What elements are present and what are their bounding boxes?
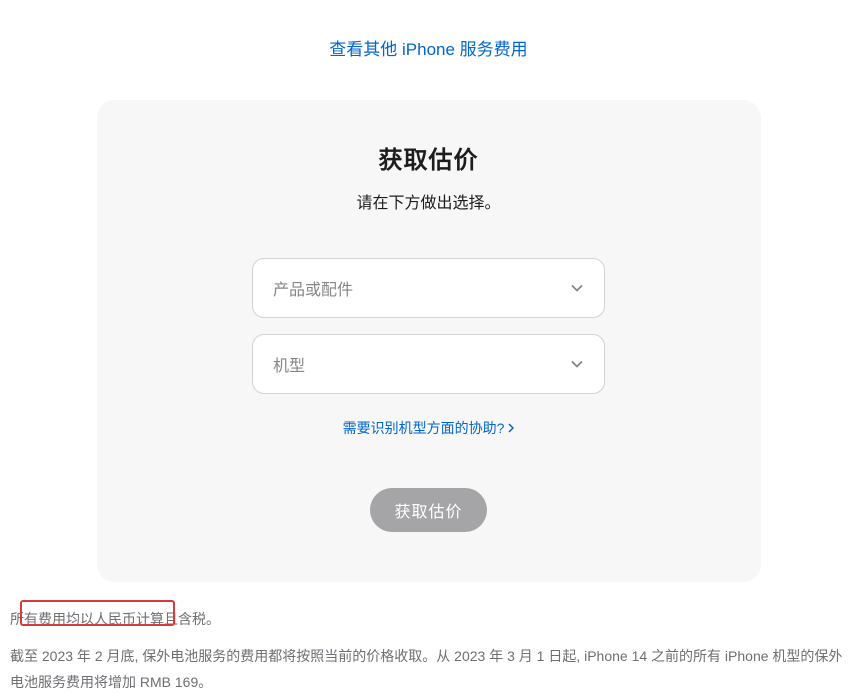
chevron-down-icon [570,281,584,295]
card-subtitle: 请在下方做出选择。 [117,189,741,213]
view-other-services-link[interactable]: 查看其他 iPhone 服务费用 [0,35,857,60]
model-select[interactable]: 机型 [252,334,605,394]
product-select-placeholder: 产品或配件 [273,276,353,300]
chevron-down-icon [570,357,584,371]
footer-notes: 所有费用均以人民币计算且含税。 截至 2023 年 2 月底, 保外电池服务的费… [0,582,857,696]
footer-line-2: 截至 2023 年 2 月底, 保外电池服务的费用都将按照当前的价格收取。从 2… [10,643,847,696]
chevron-right-icon [508,420,514,436]
product-select[interactable]: 产品或配件 [252,258,605,318]
model-select-placeholder: 机型 [273,352,305,376]
card-title: 获取估价 [117,140,741,175]
help-link-label: 需要识别机型方面的协助? [343,418,505,438]
identify-model-help-link[interactable]: 需要识别机型方面的协助? [343,418,515,438]
get-estimate-button[interactable]: 获取估价 [370,488,486,532]
estimate-card: 获取估价 请在下方做出选择。 产品或配件 机型 需要识别机型方面的协助? 获取估… [97,100,761,582]
footer-line-1: 所有费用均以人民币计算且含税。 [10,606,847,633]
